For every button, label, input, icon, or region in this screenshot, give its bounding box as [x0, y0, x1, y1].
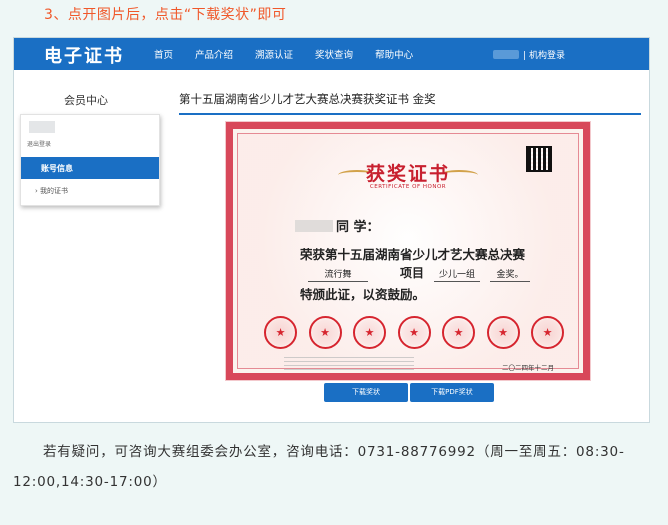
- username-blur: [493, 50, 520, 59]
- seal-icon: [442, 316, 475, 349]
- certificate-title: 获奖证书: [365, 163, 450, 185]
- nav-home[interactable]: 首页: [154, 47, 173, 61]
- fine-print: [284, 356, 414, 370]
- seal-icon: [353, 316, 386, 349]
- nav-certificate-query[interactable]: 奖状查询: [315, 47, 353, 61]
- main-nav: 首页 产品介绍 溯源认证 奖状查询 帮助中心: [154, 38, 435, 70]
- category-value: 流行舞: [308, 267, 368, 282]
- student-name-blur: [295, 220, 333, 232]
- download-certificate-button[interactable]: 下载奖状: [324, 383, 408, 402]
- seal-icon: [264, 316, 297, 349]
- certificate-image[interactable]: 获奖证书 CERTIFICATE OF HONOR 同 学： 荣获第十五届湖南省…: [225, 121, 591, 381]
- sidebar-item-my-certificates[interactable]: › 我的证书: [35, 186, 68, 196]
- step-title: 3、点开图片后，点击“下载奖状”即可: [44, 7, 287, 23]
- download-pdf-button[interactable]: 下载PDF奖状: [410, 383, 494, 402]
- nav-products[interactable]: 产品介绍: [195, 47, 233, 61]
- browser-screenshot-frame: 电子证书 首页 产品介绍 溯源认证 奖状查询 帮助中心 | 机构登录 会员中心 …: [13, 37, 650, 423]
- contact-note: 若有疑问，可咨询大赛组委会办公室，咨询电话：0731-88776992（周一至周…: [13, 444, 625, 490]
- seal-icon: [531, 316, 564, 349]
- login-area[interactable]: | 机构登录: [493, 48, 565, 61]
- addressee-label: 同 学：: [336, 220, 380, 235]
- award-value: 金奖。: [490, 267, 530, 282]
- nav-help[interactable]: 帮助中心: [375, 47, 413, 61]
- sidebar-menu: 退出登录 账号信息 › 我的证书: [20, 114, 160, 206]
- official-seals: [264, 316, 564, 350]
- certificate-inner-border: 获奖证书 CERTIFICATE OF HONOR 同 学： 荣获第十五届湖南省…: [237, 133, 579, 372]
- certificate-subtitle: CERTIFICATE OF HONOR: [369, 184, 447, 190]
- logout-link[interactable]: 退出登录: [27, 139, 51, 148]
- avatar: [29, 121, 55, 133]
- seal-icon: [397, 316, 431, 349]
- org-login-link[interactable]: | 机构登录: [523, 48, 565, 61]
- certificate-date: 二〇二四年十二月: [502, 364, 554, 372]
- honor-line: 荣获第十五届湖南省少儿才艺大赛总决赛: [300, 247, 526, 262]
- top-navigation-bar: 电子证书 首页 产品介绍 溯源认证 奖状查询 帮助中心 | 机构登录: [14, 38, 649, 70]
- certificate-heading: 第十五届湖南省少儿才艺大赛总决赛获奖证书 金奖: [179, 91, 641, 115]
- seal-icon: [308, 316, 342, 349]
- seal-icon: [486, 316, 520, 349]
- member-center-title: 会员中心: [64, 94, 108, 107]
- group-value: 少儿一组: [434, 267, 480, 282]
- site-logo[interactable]: 电子证书: [44, 42, 124, 68]
- nav-trace-auth[interactable]: 溯源认证: [255, 47, 293, 61]
- sidebar-item-account-info[interactable]: 账号信息: [21, 157, 159, 179]
- project-label: 项目: [400, 266, 425, 280]
- encourage-line: 特颁此证，以资鼓励。: [300, 287, 426, 302]
